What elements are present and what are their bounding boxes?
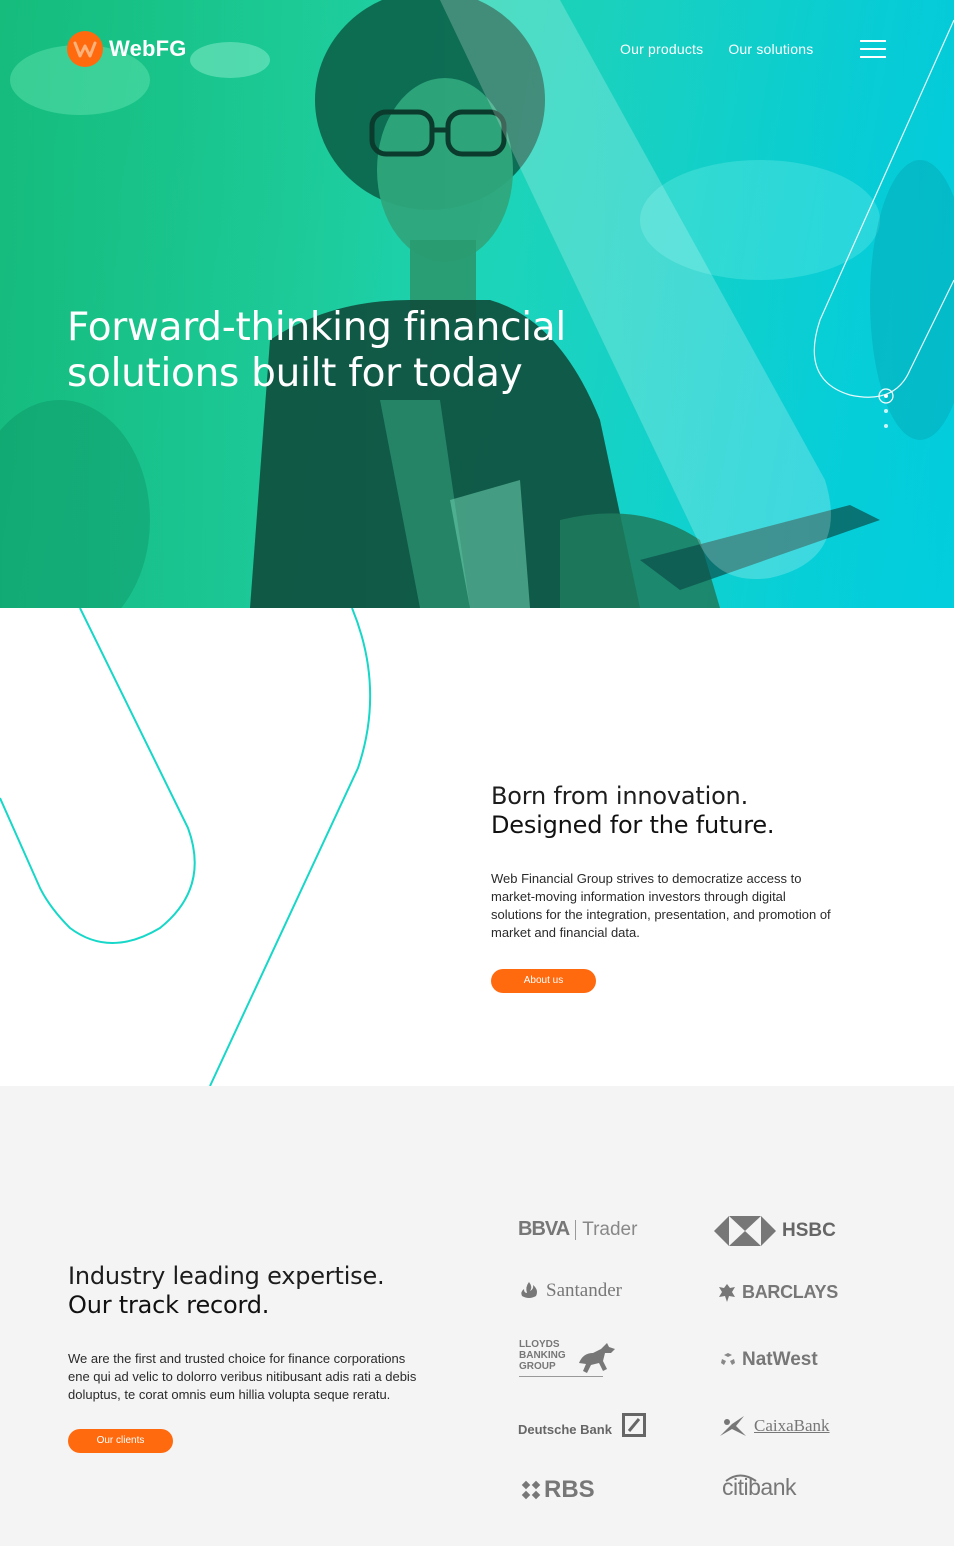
hsbc-label: HSBC bbox=[782, 1220, 836, 1241]
santander-flame-icon bbox=[521, 1282, 537, 1298]
barclays-eagle-icon bbox=[719, 1283, 735, 1302]
citibank-logo: citibank bbox=[722, 1474, 796, 1501]
santander-logo: Santander bbox=[518, 1280, 622, 1302]
deutsche-bank-logo: Deutsche Bank bbox=[518, 1412, 646, 1437]
our-clients-button[interactable]: Our clients bbox=[68, 1429, 173, 1453]
rbs-label: RBS bbox=[544, 1476, 595, 1503]
hsbc-logo: HSBC bbox=[714, 1216, 836, 1246]
citi-arc-icon bbox=[725, 1474, 757, 1482]
clients-title-line1: Industry leading expertise. bbox=[68, 1262, 385, 1290]
natwest-cubes-icon bbox=[721, 1353, 735, 1365]
intro-title-line2: Designed for the future. bbox=[491, 811, 775, 839]
main-nav: Our products Our solutions bbox=[620, 41, 813, 57]
webfg-logo-icon bbox=[67, 31, 103, 67]
clients-title-line2: Our track record. bbox=[68, 1291, 270, 1319]
barclays-logo: BARCLAYS bbox=[718, 1282, 838, 1303]
clients-section: Industry leading expertise. Our track re… bbox=[0, 1086, 954, 1546]
intro-section: Born from innovation. Designed for the f… bbox=[0, 608, 954, 1086]
intro-content: Born from innovation. Designed for the f… bbox=[491, 782, 836, 993]
about-us-button[interactable]: About us bbox=[491, 969, 596, 993]
natwest-label: NatWest bbox=[742, 1349, 818, 1370]
barclays-label: BARCLAYS bbox=[742, 1282, 838, 1302]
clients-title: Industry leading expertise. Our track re… bbox=[68, 1262, 428, 1320]
santander-label: Santander bbox=[546, 1280, 622, 1301]
bbva-divider bbox=[575, 1219, 577, 1240]
hamburger-icon[interactable] bbox=[860, 40, 886, 58]
clients-content: Industry leading expertise. Our track re… bbox=[68, 1262, 428, 1453]
lloyds-horse-icon bbox=[579, 1343, 615, 1373]
clients-body: We are the first and trusted choice for … bbox=[68, 1351, 417, 1402]
rbs-logo: RBS bbox=[520, 1476, 595, 1504]
decorative-outline-shape bbox=[0, 608, 372, 1086]
bbva-trader-label: Trader bbox=[582, 1218, 638, 1240]
intro-body: Web Financial Group strives to democrati… bbox=[491, 871, 831, 940]
intro-title-line1: Born from innovation. bbox=[491, 782, 748, 810]
lloyds-logo: LLOYDS BANKING GROUP bbox=[519, 1339, 617, 1379]
hero-section: WebFG Our products Our solutions Forward… bbox=[0, 0, 954, 608]
webfg-logo[interactable]: WebFG bbox=[67, 31, 187, 67]
hero-headline: Forward-thinking financial solutions bui… bbox=[67, 305, 566, 396]
intro-title: Born from innovation. Designed for the f… bbox=[491, 782, 836, 840]
bbva-trader-logo: BBVA Trader bbox=[518, 1218, 637, 1241]
hero-photo bbox=[0, 0, 954, 608]
deutsche-bank-label: Deutsche Bank bbox=[518, 1422, 612, 1437]
caixabank-label: CaixaBank bbox=[754, 1416, 830, 1435]
caixabank-logo: CaixaBank bbox=[718, 1414, 830, 1438]
hsbc-hexagon-icon bbox=[714, 1216, 776, 1246]
natwest-logo: NatWest bbox=[720, 1349, 818, 1371]
nav-our-solutions[interactable]: Our solutions bbox=[728, 41, 813, 57]
nav-our-products[interactable]: Our products bbox=[620, 41, 703, 57]
rbs-daisy-icon bbox=[521, 1480, 541, 1500]
brand-name: WebFG bbox=[109, 36, 187, 61]
deutsche-bank-slash-icon bbox=[621, 1412, 646, 1437]
caixabank-star-icon bbox=[720, 1416, 746, 1436]
bbva-label: BBVA bbox=[518, 1218, 570, 1240]
